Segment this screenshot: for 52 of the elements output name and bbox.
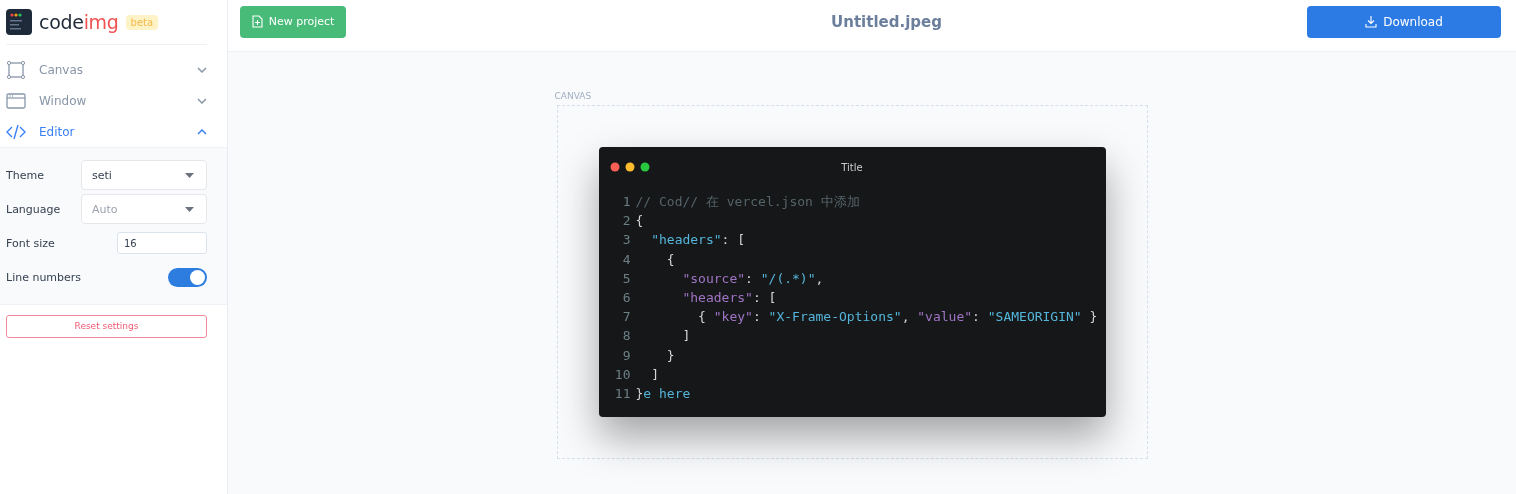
line-number: 10 (613, 365, 631, 384)
line-number: 8 (621, 327, 631, 346)
file-name[interactable]: Untitled.jpeg (831, 12, 942, 31)
code-line: // Cod// 在 vercel.json 中添加 (635, 193, 860, 211)
setting-label: Line numbers (6, 270, 82, 284)
download-icon (1365, 15, 1378, 28)
code-line: ] (681, 327, 691, 346)
code-line: "headers": [ (650, 231, 746, 250)
line-number: 5 (621, 269, 631, 288)
line-number: 4 (621, 250, 631, 269)
code-icon (6, 122, 26, 141)
setting-label: Language (6, 202, 61, 216)
code-line: { (635, 212, 644, 231)
window-icon (6, 91, 26, 110)
sidebar-section[interactable]: Window (0, 85, 227, 116)
window-title: Title (841, 161, 863, 173)
select-field[interactable]: Auto (81, 194, 207, 224)
caret-icon (185, 172, 194, 178)
sidebar-section[interactable]: Canvas (0, 54, 227, 85)
setting-label: Font size (6, 236, 55, 250)
select-field[interactable]: seti (81, 160, 207, 190)
code-line: "headers": [ (681, 289, 777, 307)
code-line: ] (650, 365, 659, 384)
code-line: }e here (635, 385, 691, 404)
logo-icon (6, 9, 32, 35)
line-number: 2 (621, 212, 631, 231)
code-line: "source": "/(.*)", (681, 269, 824, 288)
code-line: { (665, 250, 675, 269)
font-size-field[interactable]: 16 (117, 232, 207, 254)
canvas-label: CANVAS (554, 91, 593, 103)
chevron-icon (197, 128, 207, 135)
chevron-icon (197, 66, 207, 73)
download-button[interactable]: Download (1307, 5, 1501, 38)
traffic-lights-icon (609, 162, 650, 172)
toggle-switch[interactable] (168, 267, 207, 287)
line-number: 1 (621, 193, 631, 211)
line-number: 11 (613, 385, 631, 404)
chevron-icon (197, 97, 207, 104)
beta-badge: beta (125, 14, 159, 30)
line-number: 3 (621, 231, 631, 250)
line-number: 7 (621, 308, 631, 327)
setting-label: Theme (6, 168, 44, 182)
file-plus-icon (251, 15, 263, 28)
reset-settings-button[interactable]: Reset settings (6, 314, 207, 338)
code-line: { "key": "X-Frame-Options", "value": "SAMEORIGIN" } (697, 308, 1098, 327)
frame-icon (6, 60, 26, 79)
line-number: 9 (621, 346, 631, 365)
logo-text: codeimg (39, 11, 119, 33)
line-number: 6 (621, 289, 631, 307)
new-project-button[interactable]: New project (240, 5, 346, 38)
code-line: } (665, 346, 675, 365)
caret-icon (185, 206, 194, 212)
